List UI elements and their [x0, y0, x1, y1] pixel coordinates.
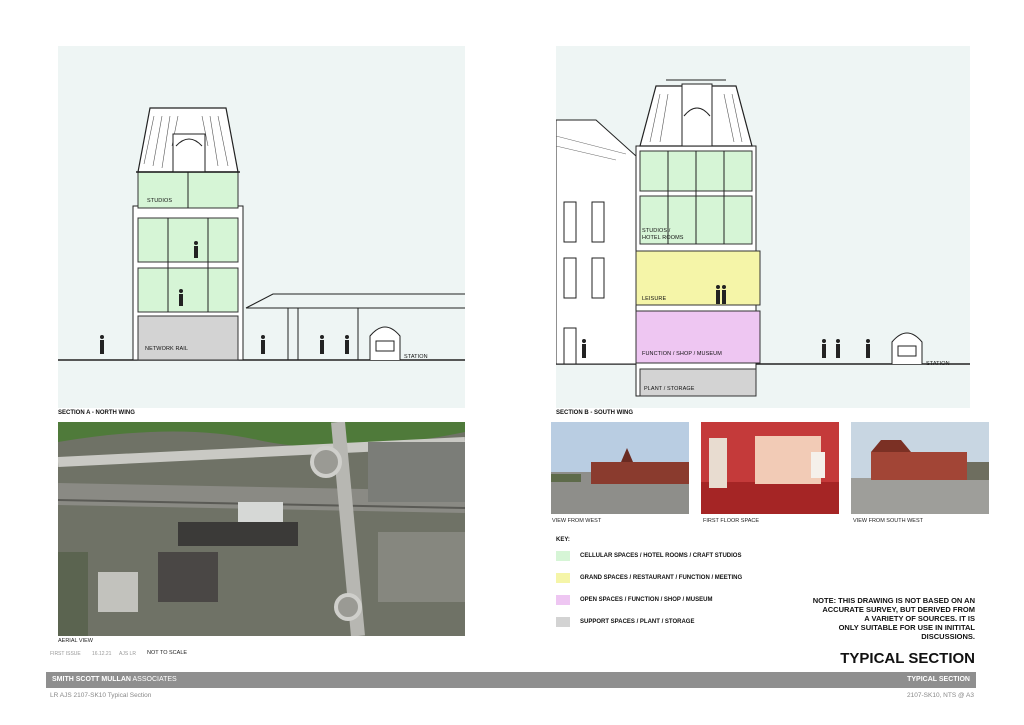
photo-southwest-image — [851, 422, 989, 514]
scale-note: NOT TO SCALE — [147, 650, 188, 656]
aerial-caption: AERIAL VIEW — [58, 638, 93, 644]
key-swatch-open — [556, 595, 570, 605]
label-function: FUNCTION / SHOP / MUSEUM — [642, 351, 722, 357]
key-label: CELLULAR SPACES / HOTEL ROOMS / CRAFT ST… — [580, 553, 742, 559]
photo-first-floor — [701, 422, 839, 514]
label-network-rail: NETWORK RAIL — [145, 346, 189, 352]
key-title: KEY: — [556, 537, 570, 543]
issue-initials: AJS LR — [119, 651, 136, 657]
section-b-drawing: STUDIOS / HOTEL ROOMS LEISURE FUNCTION /… — [555, 46, 970, 408]
issue-label: FIRST ISSUE — [50, 651, 81, 657]
caption-first-floor: FIRST FLOOR SPACE — [703, 518, 760, 524]
footer-title: TYPICAL SECTION — [907, 676, 970, 683]
photo-interior-image — [701, 422, 839, 514]
section-a-caption: SECTION A - NORTH WING — [58, 410, 135, 416]
caption-view-from-west: VIEW FROM WEST — [552, 518, 602, 524]
disclaimer-note: NOTE: THIS DRAWING IS NOT BASED ON AN AC… — [775, 596, 975, 641]
note-line: A VARIETY OF SOURCES. IT IS — [864, 614, 975, 623]
aerial-photo — [58, 422, 465, 636]
label-studios: STUDIOS — [147, 198, 173, 204]
footer-bar: SMITH SCOTT MULLAN ASSOCIATES TYPICAL SE… — [46, 672, 976, 688]
note-line: NOTE: THIS DRAWING IS NOT BASED ON AN — [812, 596, 975, 605]
caption-view-from-south-west: VIEW FROM SOUTH WEST — [853, 518, 923, 524]
key-label: OPEN SPACES / FUNCTION / SHOP / MUSEUM — [580, 597, 713, 603]
firm-name-rest: ASSOCIATES — [132, 676, 177, 683]
footer-right-ref: 2107-SK10, NTS @ A3 — [907, 692, 974, 699]
key-swatch-cellular — [556, 551, 570, 561]
label-station: STATION — [404, 354, 428, 360]
firm-name: SMITH SCOTT MULLAN ASSOCIATES — [52, 676, 177, 683]
key-item: OPEN SPACES / FUNCTION / SHOP / MUSEUM — [556, 595, 712, 605]
photo-view-from-south-west — [851, 422, 989, 514]
photo-west-image — [551, 422, 689, 514]
firm-name-bold: SMITH SCOTT MULLAN — [52, 676, 131, 683]
label-studios-line2: HOTEL ROOMS — [642, 235, 684, 241]
note-line: DISCUSSIONS. — [921, 632, 975, 641]
section-a-drawing: STUDIOS NETWORK RAIL STATION — [58, 46, 465, 408]
label-leisure: LEISURE — [642, 296, 667, 302]
sheet-title: TYPICAL SECTION — [840, 650, 975, 667]
label-studios-hotel: STUDIOS / HOTEL ROOMS — [642, 228, 684, 242]
aerial-image — [58, 422, 465, 636]
key-item: GRAND SPACES / RESTAURANT / FUNCTION / M… — [556, 573, 742, 583]
footer-left-ref: LR AJS 2107-SK10 Typical Section — [50, 692, 152, 699]
section-b-caption: SECTION B - SOUTH WING — [556, 410, 633, 416]
label-studios-line1: STUDIOS / — [642, 228, 671, 234]
key-item: CELLULAR SPACES / HOTEL ROOMS / CRAFT ST… — [556, 551, 741, 561]
section-b-sketch — [555, 79, 970, 397]
label-plant: PLANT / STORAGE — [644, 386, 695, 392]
note-line: ACCURATE SURVEY, BUT DERIVED FROM — [822, 605, 975, 614]
photo-view-from-west — [551, 422, 689, 514]
label-station-b: STATION — [926, 361, 950, 367]
key-item: SUPPORT SPACES / PLANT / STORAGE — [556, 617, 694, 627]
key-swatch-support — [556, 617, 570, 627]
key-label: SUPPORT SPACES / PLANT / STORAGE — [580, 619, 695, 625]
note-line: ONLY SUITABLE FOR USE IN INITITAL — [838, 623, 975, 632]
key-swatch-grand — [556, 573, 570, 583]
issue-date: 16.12.21 — [92, 651, 112, 657]
key-label: GRAND SPACES / RESTAURANT / FUNCTION / M… — [580, 575, 743, 581]
